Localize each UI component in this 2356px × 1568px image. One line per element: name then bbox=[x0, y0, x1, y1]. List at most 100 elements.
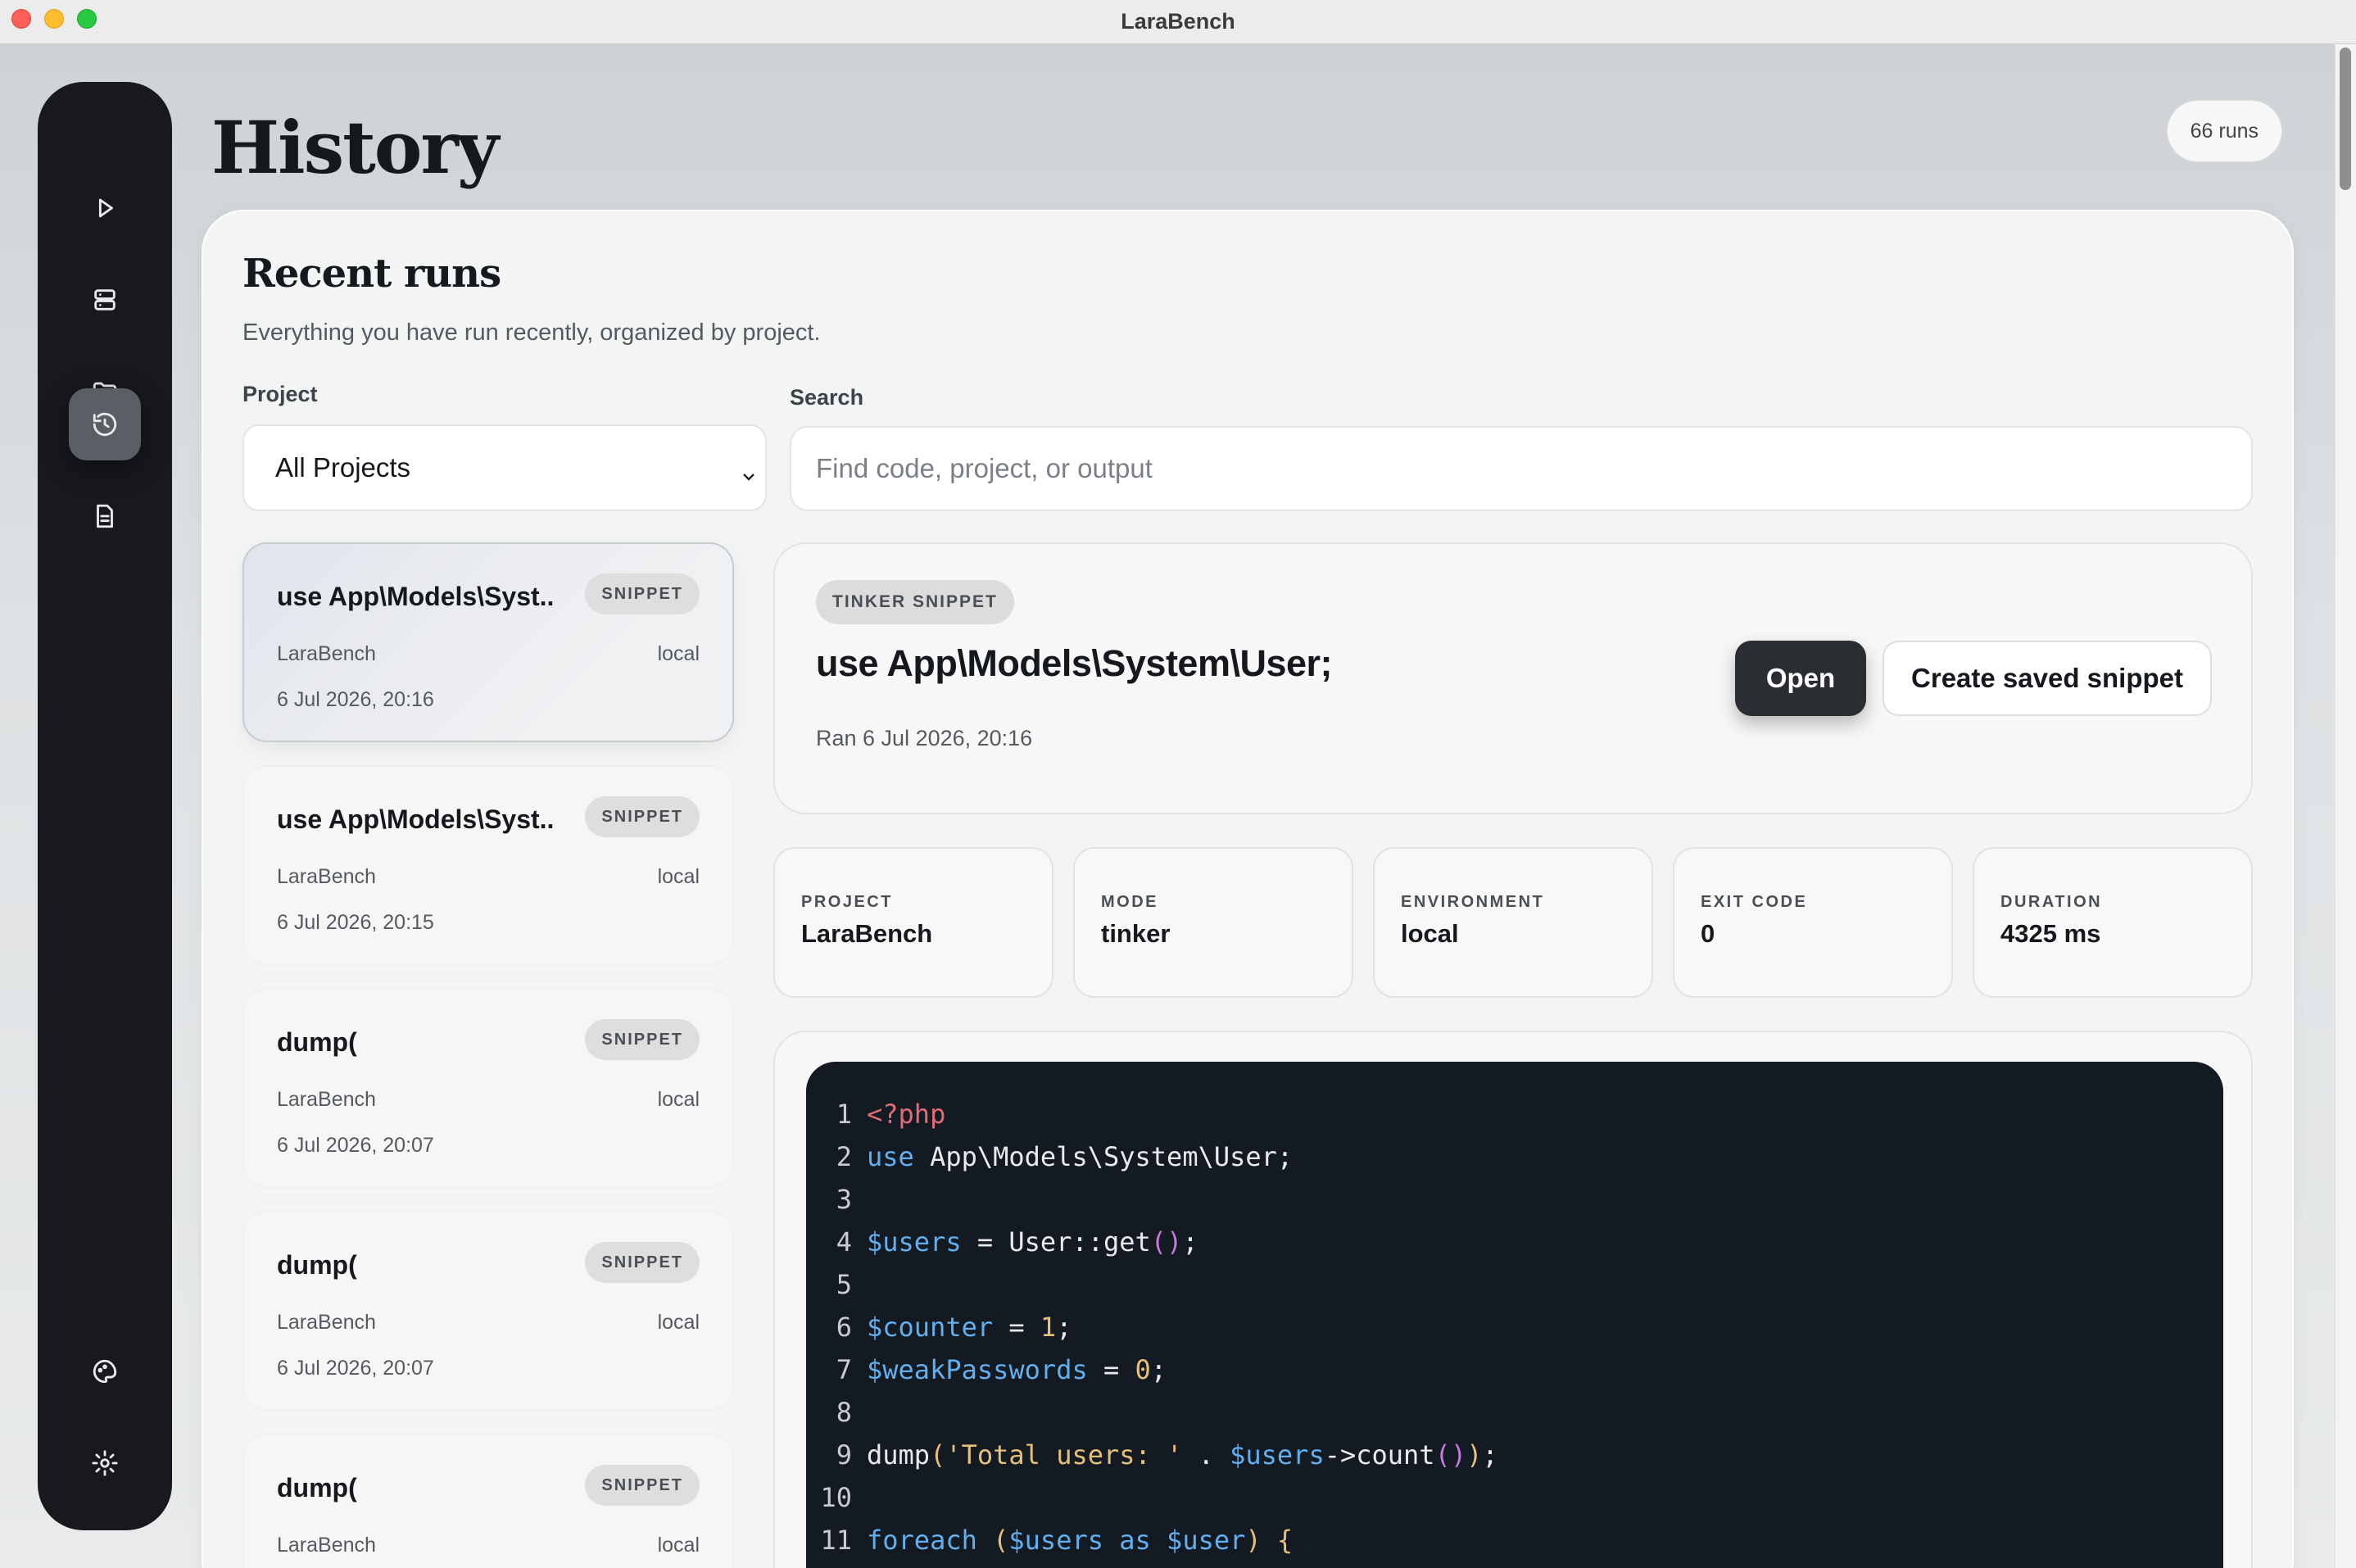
run-detail-card: TINKER SNIPPET use App\Models\System\Use… bbox=[773, 542, 2253, 814]
create-saved-snippet-button[interactable]: Create saved snippet bbox=[1883, 641, 2212, 716]
run-date: 6 Jul 2026, 20:07 bbox=[277, 1357, 434, 1380]
maximize-window-button[interactable] bbox=[77, 9, 97, 29]
run-environment: local bbox=[657, 1311, 700, 1334]
stat-card-exit-code: EXIT CODE 0 bbox=[1673, 847, 1953, 998]
run-detail-timestamp: Ran 6 Jul 2026, 20:16 bbox=[816, 726, 1033, 750]
section-title: Recent runs bbox=[242, 251, 501, 297]
run-type-badge: SNIPPET bbox=[585, 1465, 700, 1506]
run-list-item[interactable]: dump( SNIPPET LaraBench local 6 Jul 2026… bbox=[242, 988, 734, 1188]
sidebar-item-settings[interactable] bbox=[69, 1427, 141, 1499]
stat-card-duration: DURATION 4325 ms bbox=[1973, 847, 2253, 998]
stat-value: local bbox=[1401, 919, 1459, 948]
run-project: LaraBench bbox=[277, 1088, 376, 1111]
scrollbar[interactable] bbox=[2335, 44, 2356, 1568]
run-date: 6 Jul 2026, 20:15 bbox=[277, 911, 434, 934]
sidebar-item-appearance[interactable] bbox=[69, 1335, 141, 1407]
run-type-badge: SNIPPET bbox=[585, 573, 700, 614]
code-text: foreach ($users as $user) { bbox=[867, 1525, 1294, 1556]
stat-label: MODE bbox=[1101, 893, 1158, 911]
sidebar-item-snippets[interactable] bbox=[69, 480, 141, 552]
palette-icon bbox=[93, 1359, 117, 1384]
search-placeholder: Find code, project, or output bbox=[816, 453, 1153, 483]
gear-icon bbox=[92, 1450, 118, 1476]
code-line: 2 use App\Models\System\User; bbox=[806, 1135, 2223, 1178]
run-list-item[interactable]: use App\Models\Syst... SNIPPET LaraBench… bbox=[242, 542, 734, 742]
run-project: LaraBench bbox=[277, 642, 376, 665]
line-number: 7 bbox=[836, 1354, 852, 1385]
project-select[interactable]: All Projects bbox=[242, 424, 767, 511]
run-environment: local bbox=[657, 642, 700, 665]
line-number: 3 bbox=[836, 1184, 852, 1215]
run-title: use App\Models\Syst... bbox=[277, 804, 555, 834]
run-type-badge: SNIPPET bbox=[585, 796, 700, 837]
scrollbar-thumb[interactable] bbox=[2340, 48, 2351, 190]
run-environment: local bbox=[657, 865, 700, 888]
section-subtitle: Everything you have run recently, organi… bbox=[242, 319, 821, 346]
stat-value: tinker bbox=[1101, 919, 1171, 948]
code-line: 6 $counter = 1; bbox=[806, 1306, 2223, 1348]
stat-label: EXIT CODE bbox=[1701, 893, 1808, 911]
line-number: 6 bbox=[836, 1312, 852, 1343]
line-number: 1 bbox=[836, 1099, 852, 1130]
line-number: 9 bbox=[836, 1439, 852, 1471]
code-text: $users = User::get(); bbox=[867, 1226, 1198, 1258]
sidebar-item-history[interactable] bbox=[69, 388, 141, 460]
runs-count-badge: 66 runs bbox=[2166, 100, 2282, 162]
stat-value: LaraBench bbox=[801, 919, 933, 948]
code-line: 9 dump('Total users: ' . $users->count())… bbox=[806, 1434, 2223, 1476]
code-text: $counter = 1; bbox=[867, 1312, 1072, 1343]
sidebar-item-servers[interactable] bbox=[69, 264, 141, 336]
search-input[interactable]: Find code, project, or output bbox=[790, 426, 2253, 511]
run-title: use App\Models\Syst... bbox=[277, 582, 555, 611]
run-list-item[interactable]: use App\Models\Syst... SNIPPET LaraBench… bbox=[242, 765, 734, 965]
line-number: 5 bbox=[836, 1269, 852, 1300]
open-button[interactable]: Open bbox=[1735, 641, 1866, 716]
code-line: 11 foreach ($users as $user) { bbox=[806, 1519, 2223, 1561]
stat-value: 0 bbox=[1701, 919, 1715, 948]
code-line: 10 bbox=[806, 1476, 2223, 1519]
run-list-item[interactable]: dump( SNIPPET LaraBench local bbox=[242, 1434, 734, 1568]
run-project: LaraBench bbox=[277, 865, 376, 888]
stat-label: ENVIRONMENT bbox=[1401, 893, 1545, 911]
page-title: History bbox=[211, 105, 499, 190]
code-panel: 1 <?php 2 use App\Models\System\User; 3 4 $use… bbox=[773, 1031, 2253, 1568]
sidebar bbox=[38, 82, 172, 1530]
title-bar: LaraBench bbox=[0, 0, 2356, 44]
minimize-window-button[interactable] bbox=[44, 9, 64, 29]
line-number: 11 bbox=[820, 1525, 852, 1556]
run-title: dump( bbox=[277, 1027, 357, 1057]
code-text: $weakPasswords = 0; bbox=[867, 1354, 1167, 1385]
code-viewer[interactable]: 1 <?php 2 use App\Models\System\User; 3 4 $use… bbox=[806, 1062, 2223, 1568]
history-icon bbox=[93, 412, 117, 437]
document-icon bbox=[97, 504, 113, 528]
run-type-badge: SNIPPET bbox=[585, 1242, 700, 1283]
line-number: 10 bbox=[820, 1482, 852, 1513]
stat-label: PROJECT bbox=[801, 893, 893, 911]
code-text: <?php bbox=[867, 1099, 946, 1130]
code-line: 8 bbox=[806, 1391, 2223, 1434]
run-title: dump( bbox=[277, 1473, 357, 1502]
run-date: 6 Jul 2026, 20:07 bbox=[277, 1134, 434, 1157]
chevron-down-icon bbox=[741, 460, 757, 481]
server-icon bbox=[94, 289, 116, 310]
run-environment: local bbox=[657, 1534, 700, 1557]
line-number: 8 bbox=[836, 1397, 852, 1428]
project-select-value: All Projects bbox=[275, 452, 411, 483]
play-icon bbox=[98, 198, 113, 218]
window-title: LaraBench bbox=[1121, 9, 1235, 34]
run-kind-badge: TINKER SNIPPET bbox=[816, 580, 1014, 624]
stat-card-project: PROJECT LaraBench bbox=[773, 847, 1053, 998]
code-line: 1 <?php bbox=[806, 1093, 2223, 1135]
stat-value: 4325 ms bbox=[2000, 919, 2101, 948]
stat-card-mode: MODE tinker bbox=[1073, 847, 1353, 998]
run-title: dump( bbox=[277, 1250, 357, 1280]
close-window-button[interactable] bbox=[11, 9, 31, 29]
code-line: 7 $weakPasswords = 0; bbox=[806, 1348, 2223, 1391]
window-controls bbox=[11, 9, 97, 29]
run-list-item[interactable]: dump( SNIPPET LaraBench local 6 Jul 2026… bbox=[242, 1211, 734, 1411]
stat-card-environment: ENVIRONMENT local bbox=[1373, 847, 1653, 998]
sidebar-item-run[interactable] bbox=[69, 172, 141, 244]
code-text: use App\Models\System\User; bbox=[867, 1141, 1294, 1172]
project-filter-label: Project bbox=[242, 382, 318, 406]
line-number: 4 bbox=[836, 1226, 852, 1258]
